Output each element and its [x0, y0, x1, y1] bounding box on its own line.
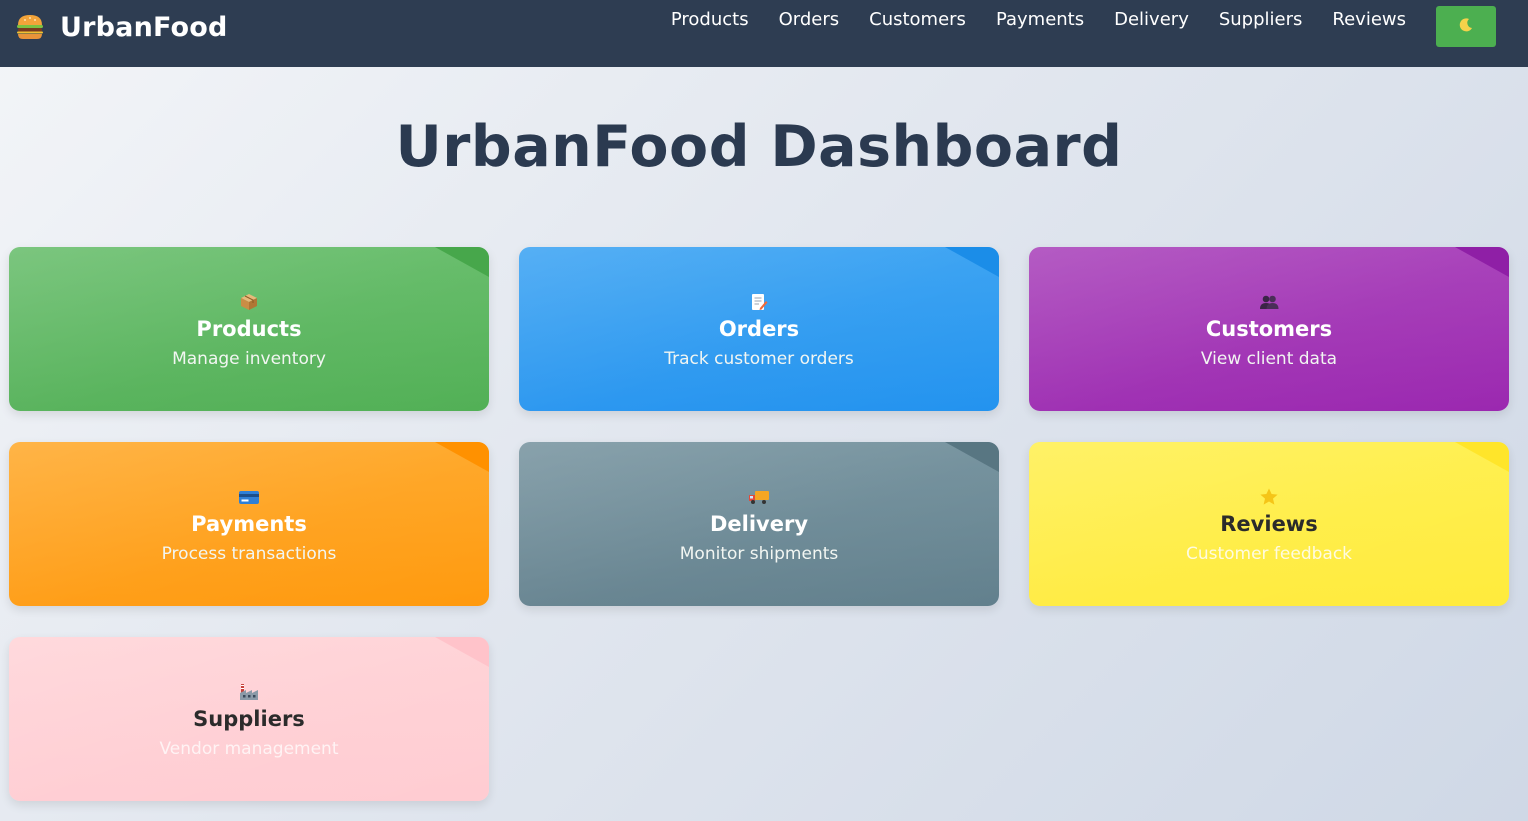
burger-icon	[14, 11, 46, 43]
memo-icon	[519, 291, 999, 313]
nav-link-delivery[interactable]: Delivery	[1114, 8, 1189, 32]
star-icon	[1029, 486, 1509, 508]
card-corner	[435, 442, 489, 472]
card-title: Payments	[191, 512, 307, 536]
card-title: Customers	[1205, 317, 1333, 341]
card-customers[interactable]: Customers View client data	[1029, 247, 1509, 411]
card-payments[interactable]: Payments Process transactions	[9, 442, 489, 606]
card-corner	[1455, 442, 1509, 472]
card-title: Products	[196, 317, 302, 341]
truck-icon	[519, 486, 999, 508]
card-subtitle: Vendor management	[159, 739, 339, 759]
card-products[interactable]: Products Manage inventory	[9, 247, 489, 411]
moon-icon	[1458, 17, 1474, 36]
card-suppliers[interactable]: Suppliers Vendor management	[9, 637, 489, 801]
card-corner	[1455, 247, 1509, 277]
navbar: UrbanFood Products Orders Customers Paym…	[0, 0, 1528, 67]
card-delivery[interactable]: Delivery Monitor shipments	[519, 442, 999, 606]
card-corner	[435, 637, 489, 667]
nav-link-orders[interactable]: Orders	[779, 8, 840, 32]
card-subtitle: Customer feedback	[1185, 544, 1353, 564]
card-subtitle: Process transactions	[161, 544, 337, 564]
card-title: Suppliers	[193, 707, 305, 731]
nav-link-products[interactable]: Products	[671, 8, 749, 32]
card-corner	[945, 247, 999, 277]
credit-card-icon	[9, 486, 489, 508]
factory-icon	[9, 681, 489, 703]
card-subtitle: Monitor shipments	[679, 544, 839, 564]
nav-link-payments[interactable]: Payments	[996, 8, 1084, 32]
card-reviews[interactable]: Reviews Customer feedback	[1029, 442, 1509, 606]
page-title: UrbanFood Dashboard	[395, 114, 1123, 180]
nav-link-reviews[interactable]: Reviews	[1332, 8, 1406, 32]
package-icon	[9, 291, 489, 313]
people-icon	[1029, 291, 1509, 313]
card-title: Delivery	[709, 512, 809, 536]
brand-name: UrbanFood	[60, 11, 228, 43]
card-orders[interactable]: Orders Track customer orders	[519, 247, 999, 411]
card-subtitle: View client data	[1200, 349, 1338, 369]
card-subtitle: Manage inventory	[172, 349, 326, 369]
nav-link-suppliers[interactable]: Suppliers	[1219, 8, 1303, 32]
card-title: Reviews	[1220, 512, 1318, 536]
nav-links: Products Orders Customers Payments Deliv…	[671, 8, 1406, 32]
theme-toggle-button[interactable]	[1436, 6, 1496, 47]
card-title: Orders	[718, 317, 800, 341]
brand[interactable]: UrbanFood	[14, 10, 228, 44]
card-corner	[945, 442, 999, 472]
card-corner	[435, 247, 489, 277]
nav-link-customers[interactable]: Customers	[869, 8, 966, 32]
card-subtitle: Track customer orders	[664, 349, 854, 369]
